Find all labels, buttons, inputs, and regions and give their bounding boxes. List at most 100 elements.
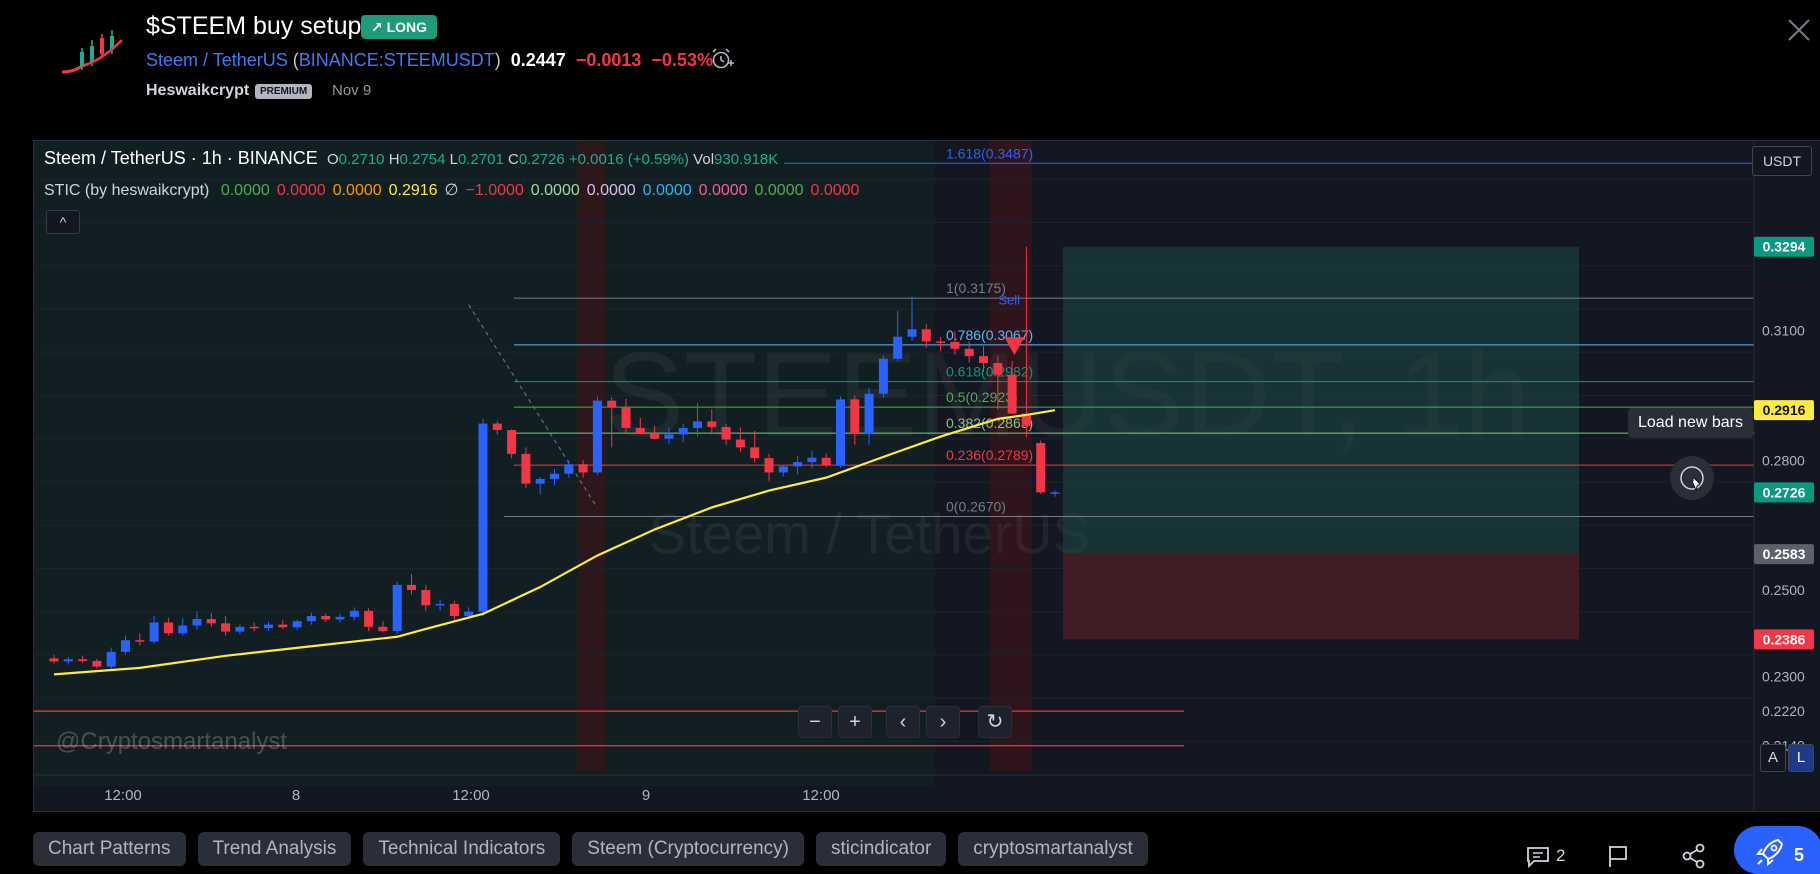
candle-body: [921, 329, 931, 342]
indicator-value: 0.0000: [220, 182, 270, 199]
tag-chip[interactable]: Trend Analysis: [197, 832, 352, 866]
tag-chip[interactable]: Technical Indicators: [363, 832, 561, 866]
candle-body: [135, 640, 145, 642]
candle[interactable]: [1036, 440, 1046, 495]
currency-unit-button[interactable]: USDT: [1752, 146, 1812, 176]
share-icon[interactable]: [1680, 842, 1708, 870]
candle-body: [693, 421, 702, 428]
candle-body: [1050, 492, 1060, 494]
candle[interactable]: [1050, 490, 1060, 497]
legend-low: 0.2701: [457, 151, 504, 168]
price-label-text: 0.3294: [1763, 239, 1806, 255]
candle-body: [192, 619, 202, 626]
candle-body: [1036, 443, 1046, 493]
candle-body: [78, 659, 88, 661]
fib-level-label: 1(0.3175): [946, 280, 1006, 296]
candle-body: [392, 584, 402, 632]
exchange-symbol-link[interactable]: BINANCE:STEEMUSDT: [299, 50, 495, 70]
symbol-name-link[interactable]: Steem / TetherUS: [146, 50, 288, 70]
candle[interactable]: [836, 396, 845, 469]
indicator-value: 0.0000: [754, 182, 804, 199]
indicator-value: 0.0000: [642, 182, 692, 199]
watermark-name: Steem / TetherUS: [649, 502, 1090, 565]
candle-body: [864, 393, 874, 434]
candle-body: [335, 616, 345, 620]
candle-body: [492, 423, 502, 431]
load-new-bars-tooltip: Load new bars: [1628, 408, 1753, 438]
scroll-right-button[interactable]: ›: [926, 706, 960, 738]
candle-body: [793, 462, 803, 467]
close-icon[interactable]: [1785, 16, 1813, 44]
symbol-paren-close: ): [494, 50, 501, 70]
indicator-value: 0.0000: [530, 182, 580, 199]
candle-body: [249, 626, 259, 629]
legend-open-label: O: [326, 151, 339, 168]
candle-body: [850, 399, 860, 434]
indicator-value: −1.0000: [465, 182, 524, 199]
tag-chip[interactable]: Steem (Cryptocurrency): [572, 832, 804, 866]
price-tick-label: 0.2500: [1762, 582, 1805, 598]
candle-body: [292, 621, 302, 628]
fib-level-label: 0.618(0.2982): [946, 364, 1033, 380]
candle-body: [92, 660, 102, 667]
candle-body: [907, 329, 917, 337]
comment-icon[interactable]: [1524, 842, 1552, 870]
publish-date: Nov 9: [332, 82, 372, 99]
candle[interactable]: [878, 355, 888, 398]
load-new-bars-button[interactable]: [1670, 456, 1714, 500]
tag-chip[interactable]: cryptosmartanalyst: [958, 832, 1148, 866]
time-tick-label: 9: [642, 787, 650, 804]
tag-chip[interactable]: Chart Patterns: [33, 832, 186, 866]
boost-button[interactable]: [1734, 826, 1820, 874]
legend-open: 0.2710: [338, 151, 385, 168]
refresh-circle-icon: [1680, 466, 1704, 492]
premium-badge: PREMIUM: [255, 84, 313, 99]
fib-level-label: 1.618(0.3487): [946, 145, 1033, 161]
candle-body: [378, 626, 388, 632]
flag-icon[interactable]: [1604, 842, 1632, 870]
alarm-clock-icon[interactable]: [710, 47, 734, 71]
position-target-zone[interactable]: [1063, 554, 1579, 640]
candle-body: [149, 622, 159, 642]
candle-body: [507, 430, 517, 454]
candle-body: [49, 658, 59, 662]
indicator-value: 0.2916: [388, 182, 438, 199]
candle[interactable]: [592, 396, 602, 476]
candle-body: [936, 341, 946, 343]
candle[interactable]: [478, 418, 488, 617]
auto-scale-button[interactable]: A: [1760, 744, 1786, 772]
candle-body: [650, 433, 660, 439]
candle-body: [635, 427, 645, 434]
candle-body: [306, 616, 316, 622]
candle[interactable]: [392, 581, 402, 635]
tag-chip[interactable]: sticindicator: [815, 832, 947, 866]
author-name[interactable]: Heswaikcrypt: [146, 82, 249, 100]
candle-body: [750, 447, 760, 459]
candle-body: [979, 356, 988, 364]
scroll-left-button[interactable]: ‹: [886, 706, 920, 738]
indicator-name[interactable]: STIC (by heswaikcrypt): [44, 182, 209, 199]
candle-body: [478, 423, 488, 612]
candle-body: [893, 336, 903, 359]
symbol-paren-open: (: [287, 50, 299, 70]
price-tick-label: 0.2220: [1762, 703, 1805, 719]
log-scale-button[interactable]: L: [1788, 744, 1814, 772]
long-badge: ↗ LONG: [361, 15, 438, 39]
candle-body: [550, 473, 559, 479]
fib-level-label: 0.236(0.2789): [946, 447, 1033, 463]
price-label-text: 0.2726: [1763, 484, 1806, 500]
legend-low-label: L: [449, 151, 458, 168]
reset-chart-button[interactable]: ↻: [978, 706, 1012, 738]
legend-high: 0.2754: [399, 151, 446, 168]
zoom-out-button[interactable]: −: [798, 706, 832, 738]
candle-body: [535, 478, 545, 484]
legend-volume-label: Vol: [693, 151, 715, 168]
legend-collapse-button[interactable]: ^: [46, 210, 80, 234]
zoom-in-button[interactable]: +: [838, 706, 872, 738]
candle-body: [735, 439, 745, 448]
boost-count: 5: [1794, 845, 1805, 865]
candle-body: [464, 611, 474, 617]
legend-close: 0.2726: [518, 151, 565, 168]
candle[interactable]: [507, 429, 517, 459]
position-stop-zone[interactable]: [1063, 246, 1579, 555]
